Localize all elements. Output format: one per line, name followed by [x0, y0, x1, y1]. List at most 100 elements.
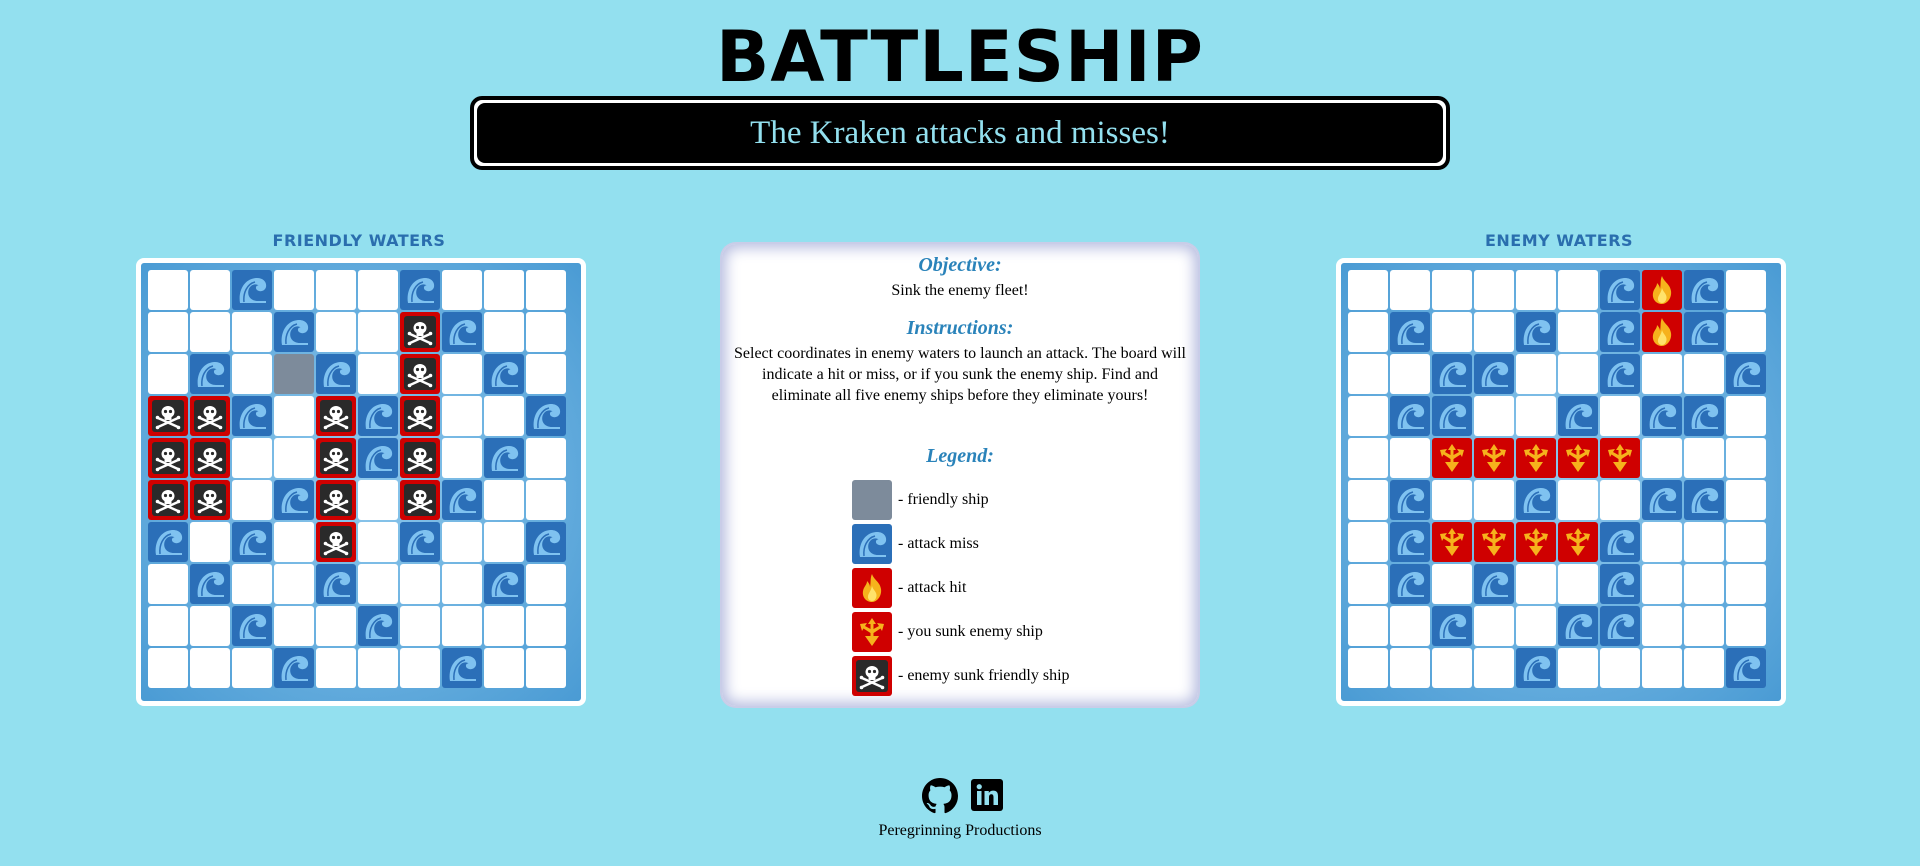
enemy-cell-miss[interactable] [1558, 396, 1598, 436]
enemy-cell-empty[interactable] [1516, 270, 1556, 310]
enemy-cell-miss[interactable] [1474, 354, 1514, 394]
enemy-cell-miss[interactable] [1600, 270, 1640, 310]
enemy-cell-empty[interactable] [1558, 312, 1598, 352]
enemy-cell-empty[interactable] [1348, 648, 1388, 688]
enemy-cell-empty[interactable] [1474, 396, 1514, 436]
enemy-cell-miss[interactable] [1516, 480, 1556, 520]
enemy-cell-sunk[interactable] [1558, 522, 1598, 562]
enemy-cell-miss[interactable] [1390, 564, 1430, 604]
enemy-cell-miss[interactable] [1684, 396, 1724, 436]
enemy-cell-empty[interactable] [1432, 270, 1472, 310]
enemy-cell-sunk[interactable] [1516, 522, 1556, 562]
github-icon[interactable] [922, 778, 958, 814]
enemy-cell-empty[interactable] [1684, 564, 1724, 604]
enemy-cell-empty[interactable] [1432, 480, 1472, 520]
enemy-cell-miss[interactable] [1390, 396, 1430, 436]
enemy-cell-miss[interactable] [1516, 312, 1556, 352]
enemy-cell-empty[interactable] [1642, 354, 1682, 394]
enemy-cell-empty[interactable] [1684, 648, 1724, 688]
enemy-cell-empty[interactable] [1642, 606, 1682, 646]
enemy-cell-empty[interactable] [1726, 480, 1766, 520]
enemy-cell-empty[interactable] [1432, 564, 1472, 604]
enemy-cell-empty[interactable] [1558, 564, 1598, 604]
enemy-cell-empty[interactable] [1474, 648, 1514, 688]
enemy-cell-empty[interactable] [1432, 648, 1472, 688]
enemy-cell-empty[interactable] [1390, 270, 1430, 310]
enemy-cell-miss[interactable] [1432, 354, 1472, 394]
enemy-cell-sunk[interactable] [1474, 438, 1514, 478]
enemy-cell-empty[interactable] [1726, 312, 1766, 352]
enemy-cell-sunk[interactable] [1432, 438, 1472, 478]
enemy-cell-miss[interactable] [1390, 522, 1430, 562]
enemy-cell-miss[interactable] [1600, 312, 1640, 352]
enemy-cell-empty[interactable] [1684, 606, 1724, 646]
enemy-cell-empty[interactable] [1474, 270, 1514, 310]
enemy-cell-empty[interactable] [1726, 606, 1766, 646]
enemy-cell-empty[interactable] [1516, 564, 1556, 604]
enemy-cell-miss[interactable] [1600, 564, 1640, 604]
enemy-cell-empty[interactable] [1516, 354, 1556, 394]
enemy-cell-empty[interactable] [1558, 648, 1598, 688]
enemy-cell-hit[interactable] [1642, 312, 1682, 352]
enemy-cell-empty[interactable] [1726, 396, 1766, 436]
enemy-cell-empty[interactable] [1348, 564, 1388, 604]
enemy-cell-empty[interactable] [1348, 312, 1388, 352]
enemy-cell-miss[interactable] [1516, 648, 1556, 688]
enemy-cell-empty[interactable] [1348, 480, 1388, 520]
enemy-cell-empty[interactable] [1390, 438, 1430, 478]
enemy-cell-miss[interactable] [1726, 354, 1766, 394]
enemy-cell-sunk[interactable] [1474, 522, 1514, 562]
enemy-cell-empty[interactable] [1348, 270, 1388, 310]
enemy-cell-miss[interactable] [1684, 312, 1724, 352]
enemy-cell-empty[interactable] [1726, 438, 1766, 478]
enemy-cell-empty[interactable] [1642, 564, 1682, 604]
enemy-cell-empty[interactable] [1348, 522, 1388, 562]
enemy-cell-empty[interactable] [1516, 396, 1556, 436]
enemy-cell-miss[interactable] [1390, 480, 1430, 520]
enemy-cell-empty[interactable] [1684, 354, 1724, 394]
enemy-cell-empty[interactable] [1558, 270, 1598, 310]
enemy-cell-empty[interactable] [1348, 438, 1388, 478]
enemy-cell-sunk[interactable] [1432, 522, 1472, 562]
enemy-cell-empty[interactable] [1642, 648, 1682, 688]
enemy-cell-empty[interactable] [1390, 606, 1430, 646]
enemy-cell-empty[interactable] [1474, 480, 1514, 520]
enemy-cell-empty[interactable] [1390, 354, 1430, 394]
enemy-cell-empty[interactable] [1474, 606, 1514, 646]
enemy-cell-empty[interactable] [1558, 354, 1598, 394]
enemy-cell-miss[interactable] [1558, 606, 1598, 646]
enemy-cell-empty[interactable] [1726, 270, 1766, 310]
enemy-cell-miss[interactable] [1432, 606, 1472, 646]
linkedin-icon[interactable] [970, 778, 1004, 812]
enemy-cell-sunk[interactable] [1558, 438, 1598, 478]
enemy-cell-empty[interactable] [1390, 648, 1430, 688]
enemy-cell-miss[interactable] [1600, 522, 1640, 562]
enemy-cell-miss[interactable] [1600, 606, 1640, 646]
enemy-cell-miss[interactable] [1642, 396, 1682, 436]
enemy-cell-empty[interactable] [1432, 312, 1472, 352]
enemy-cell-miss[interactable] [1684, 270, 1724, 310]
enemy-cell-empty[interactable] [1726, 522, 1766, 562]
enemy-cell-empty[interactable] [1600, 396, 1640, 436]
enemy-cell-miss[interactable] [1432, 396, 1472, 436]
enemy-cell-empty[interactable] [1642, 438, 1682, 478]
enemy-cell-empty[interactable] [1474, 312, 1514, 352]
enemy-cell-empty[interactable] [1684, 438, 1724, 478]
enemy-cell-miss[interactable] [1390, 312, 1430, 352]
enemy-cell-empty[interactable] [1348, 396, 1388, 436]
enemy-cell-miss[interactable] [1684, 480, 1724, 520]
enemy-cell-empty[interactable] [1642, 522, 1682, 562]
enemy-cell-empty[interactable] [1516, 606, 1556, 646]
enemy-cell-miss[interactable] [1600, 354, 1640, 394]
enemy-cell-empty[interactable] [1600, 480, 1640, 520]
enemy-cell-sunk[interactable] [1600, 438, 1640, 478]
enemy-cell-miss[interactable] [1726, 648, 1766, 688]
enemy-cell-empty[interactable] [1558, 480, 1598, 520]
enemy-cell-empty[interactable] [1726, 564, 1766, 604]
enemy-cell-empty[interactable] [1600, 648, 1640, 688]
enemy-cell-empty[interactable] [1348, 354, 1388, 394]
enemy-cell-empty[interactable] [1348, 606, 1388, 646]
enemy-cell-miss[interactable] [1642, 480, 1682, 520]
enemy-cell-miss[interactable] [1474, 564, 1514, 604]
enemy-cell-empty[interactable] [1684, 522, 1724, 562]
